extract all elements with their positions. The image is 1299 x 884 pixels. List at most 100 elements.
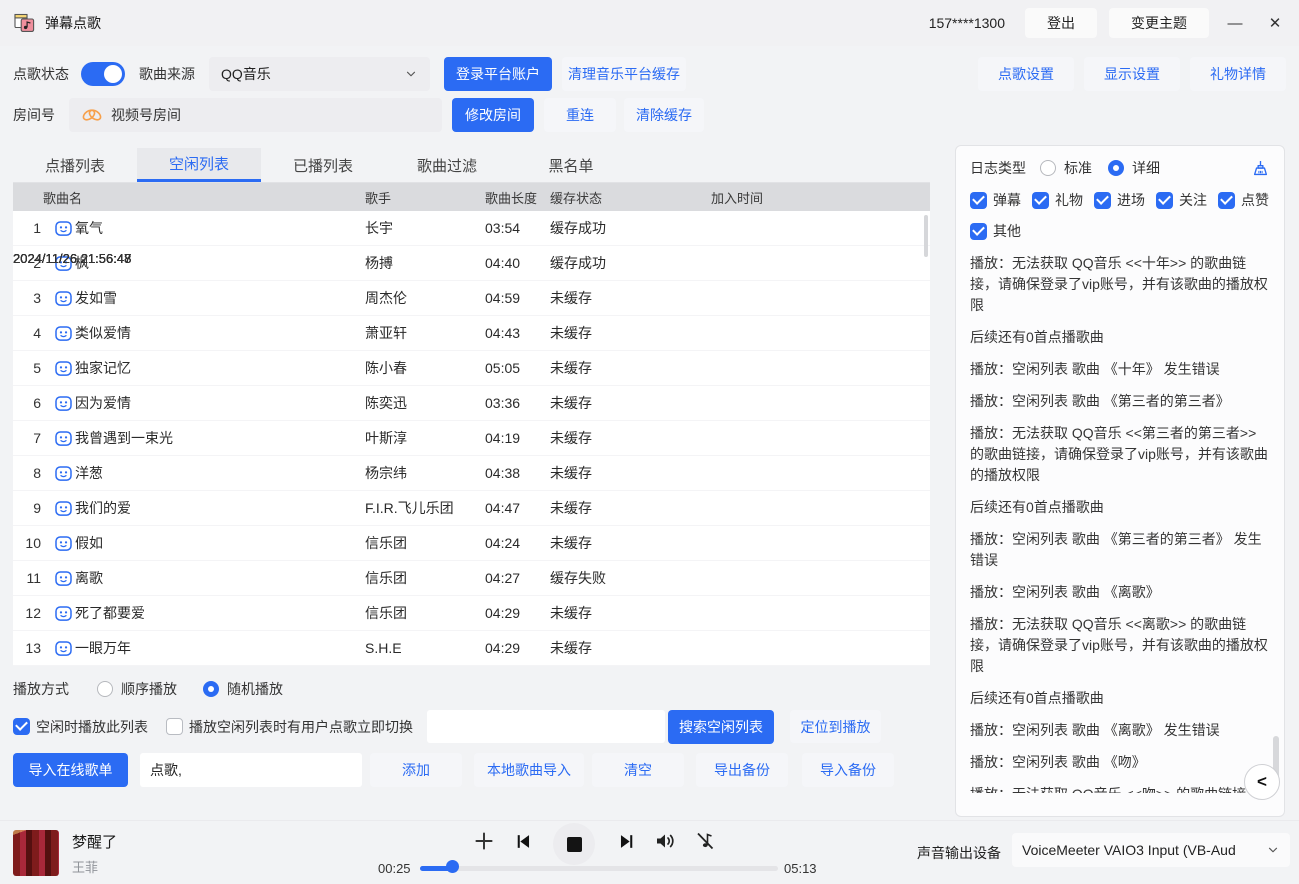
login-platform-button[interactable]: 登录平台账户: [444, 57, 552, 91]
song-status-toggle[interactable]: [81, 62, 125, 86]
locate-playing-button[interactable]: 定位到播放: [790, 710, 881, 743]
progress-thumb[interactable]: [446, 860, 459, 873]
song-artist: 陈小春: [365, 358, 485, 378]
song-name: 氧气: [75, 218, 365, 238]
switch-on-request-label: 播放空闲列表时有用户点歌立即切换: [189, 717, 413, 737]
checkbox-icon: [970, 192, 987, 209]
song-source-select[interactable]: QQ音乐: [209, 57, 430, 91]
gift-details-button[interactable]: 礼物详情: [1190, 57, 1286, 91]
song-artist: 信乐团: [365, 603, 485, 623]
modify-room-button[interactable]: 修改房间: [452, 98, 534, 132]
qq-music-icon: [55, 361, 75, 376]
row-number: 3: [13, 290, 55, 306]
qq-music-icon: [55, 641, 75, 656]
next-track-icon[interactable]: [617, 832, 636, 851]
tab-blacklist[interactable]: 黑名单: [509, 148, 633, 182]
reconnect-button[interactable]: 重连: [544, 98, 616, 132]
table-row[interactable]: 10假如信乐团04:24未缓存2024/11/26 21:56:48: [13, 526, 930, 561]
play-mode-option[interactable]: 随机播放: [203, 679, 283, 699]
clear-log-icon[interactable]: [1251, 159, 1270, 178]
table-row[interactable]: 11离歌信乐团04:27缓存失败2024/11/26 21:56:48: [13, 561, 930, 596]
previous-track-icon[interactable]: [514, 832, 533, 851]
table-row[interactable]: 3发如雪周杰伦04:59未缓存2024/11/26 21:56:47: [13, 281, 930, 316]
table-row[interactable]: 13一眼万年S.H.E04:29未缓存2024/11/26 21:56:48: [13, 631, 930, 666]
qq-music-icon: [55, 396, 75, 411]
change-theme-button[interactable]: 变更主题: [1109, 8, 1209, 38]
qq-music-icon: [55, 501, 75, 516]
display-settings-button[interactable]: 显示设置: [1084, 57, 1180, 91]
import-online-playlist-button[interactable]: 导入在线歌单: [13, 753, 128, 787]
log-filter-checkbox[interactable]: 进场: [1094, 190, 1145, 210]
search-idle-list-button[interactable]: 搜索空闲列表: [668, 710, 774, 744]
checkbox-label: 礼物: [1055, 190, 1083, 210]
table-row[interactable]: 7我曾遇到一束光叶斯淳04:19未缓存2024/11/26 21:56:48: [13, 421, 930, 456]
minimize-button[interactable]: —: [1221, 15, 1249, 32]
log-filter-checkbox[interactable]: 点赞: [1218, 190, 1269, 210]
table-row[interactable]: 5独家记忆陈小春05:05未缓存2024/11/26 21:56:48: [13, 351, 930, 386]
log-filter-checkbox[interactable]: 礼物: [1032, 190, 1083, 210]
audio-output-select[interactable]: VoiceMeeter VAIO3 Input (VB-Aud: [1012, 833, 1290, 867]
song-settings-button[interactable]: 点歌设置: [978, 57, 1074, 91]
log-entry: 播放：无法获取 QQ音乐 <<十年>> 的歌曲链接，请确保登录了vip账号，并有…: [970, 253, 1270, 316]
song-artist: F.I.R.飞儿乐团: [365, 498, 485, 518]
table-row[interactable]: 12死了都要爱信乐团04:29未缓存2024/11/26 21:56:48: [13, 596, 930, 631]
table-scrollbar-thumb[interactable]: [924, 215, 928, 257]
header-artist: 歌手: [365, 188, 485, 207]
play-mode-option[interactable]: 顺序播放: [97, 679, 177, 699]
log-filter-checkbox[interactable]: 关注: [1156, 190, 1207, 210]
tab-request-list[interactable]: 点播列表: [13, 148, 137, 182]
clean-music-cache-button[interactable]: 清理音乐平台缓存: [562, 57, 686, 91]
idle-search-input[interactable]: [427, 710, 665, 743]
row-number: 8: [13, 465, 55, 481]
log-type-option[interactable]: 详细: [1108, 158, 1160, 178]
checkbox-icon: [1218, 192, 1235, 209]
table-row[interactable]: 9我们的爱F.I.R.飞儿乐团04:47未缓存2024/11/26 21:56:…: [13, 491, 930, 526]
chevron-down-icon: [404, 67, 418, 81]
audio-output-value: VoiceMeeter VAIO3 Input (VB-Aud: [1022, 842, 1266, 858]
volume-icon[interactable]: [653, 829, 677, 853]
clear-list-button[interactable]: 清空: [592, 753, 684, 787]
settings-group: 点歌设置 显示设置 礼物详情: [978, 57, 1286, 91]
row-number: 1: [13, 220, 55, 236]
table-row[interactable]: 4类似爱情萧亚轩04:43未缓存2024/11/26 21:56:47: [13, 316, 930, 351]
logout-button[interactable]: 登出: [1025, 8, 1097, 38]
log-type-group: 标准详细: [1040, 158, 1160, 178]
tab-played-list[interactable]: 已播列表: [261, 148, 385, 182]
tab-song-filter[interactable]: 歌曲过滤: [385, 148, 509, 182]
import-backup-button[interactable]: 导入备份: [802, 753, 894, 787]
room-input[interactable]: 视频号房间: [69, 98, 442, 132]
add-button[interactable]: 添加: [370, 753, 462, 787]
now-playing-artist: 王菲: [72, 857, 98, 876]
clear-cache-button[interactable]: 清除缓存: [624, 98, 704, 132]
cache-status: 未缓存: [550, 428, 697, 448]
add-song-icon[interactable]: [471, 828, 497, 854]
table-row[interactable]: 6因为爱情陈奕迅03:36未缓存2024/11/26 21:56:48: [13, 386, 930, 421]
table-row[interactable]: 1氧气长宇03:54缓存成功2024/11/26 21:56:47: [13, 211, 930, 246]
collapse-log-button[interactable]: <: [1244, 764, 1280, 800]
progress-track[interactable]: [420, 866, 778, 871]
local-import-button[interactable]: 本地歌曲导入: [474, 753, 584, 787]
switch-on-request-checkbox[interactable]: [166, 718, 183, 735]
account-number: 157****1300: [929, 15, 1005, 31]
log-filter-checkbox[interactable]: 其他: [970, 221, 1021, 241]
export-backup-button[interactable]: 导出备份: [696, 753, 788, 787]
log-filter-checkbox[interactable]: 弹幕: [970, 190, 1021, 210]
log-filter-group: 弹幕 礼物进场关注点赞其他: [970, 190, 1270, 241]
song-artist: 陈奕迅: [365, 393, 485, 413]
tab-idle-list[interactable]: 空闲列表: [137, 148, 261, 182]
table-row[interactable]: 8洋葱杨宗纬04:38未缓存2024/11/26 21:56:48: [13, 456, 930, 491]
idle-play-checkbox[interactable]: [13, 718, 30, 735]
desktop-lyrics-off-icon[interactable]: [693, 829, 717, 853]
idle-play-label: 空闲时播放此列表: [36, 717, 148, 737]
cache-status: 未缓存: [550, 498, 697, 518]
song-name: 死了都要爱: [75, 603, 365, 623]
header-cache: 缓存状态: [550, 188, 697, 207]
table-row[interactable]: 2枫杨搏04:40缓存成功2024/11/26 21:56:47: [13, 246, 930, 281]
log-type-option[interactable]: 标准: [1040, 158, 1092, 178]
song-source-label: 歌曲来源: [139, 64, 195, 84]
close-button[interactable]: ✕: [1261, 14, 1289, 32]
command-prefix-input[interactable]: [140, 753, 362, 787]
stop-button[interactable]: [553, 823, 595, 865]
table-header: 歌曲名 歌手 歌曲长度 缓存状态 加入时间: [13, 183, 930, 211]
song-name: 我曾遇到一束光: [75, 428, 365, 448]
